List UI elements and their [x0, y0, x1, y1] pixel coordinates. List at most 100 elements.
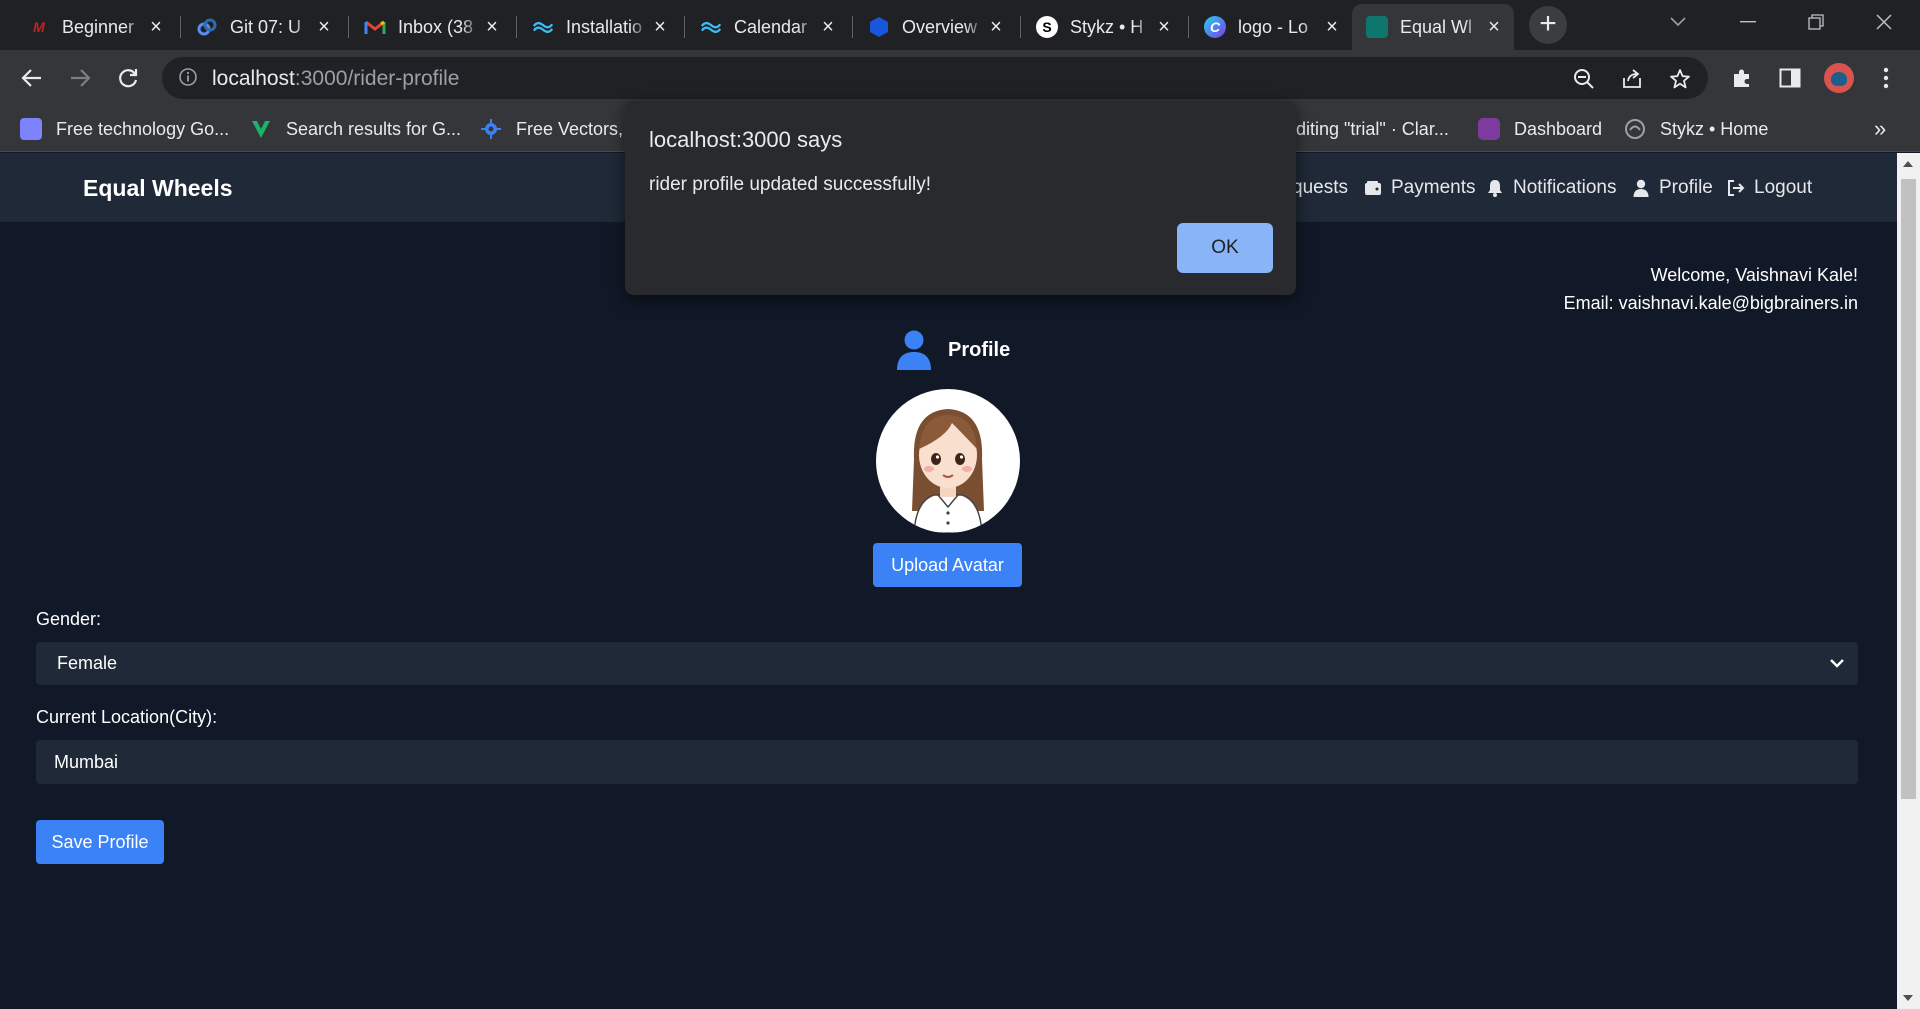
- more-bookmarks-chevron-icon[interactable]: »: [1874, 116, 1886, 142]
- canva-icon: C: [1204, 16, 1226, 38]
- reload-icon[interactable]: [110, 60, 146, 96]
- zoom-out-icon[interactable]: [1570, 65, 1598, 93]
- tab-overview[interactable]: Overview ×: [854, 4, 1016, 50]
- site-info-icon[interactable]: [178, 67, 198, 92]
- freepik-icon: [480, 118, 502, 140]
- location-label: Current Location(City):: [36, 707, 218, 727]
- tab-close-icon[interactable]: ×: [650, 17, 670, 37]
- brand-logo-text[interactable]: Equal Wheels: [83, 175, 233, 202]
- avatar: [876, 389, 1020, 533]
- gender-selected-value: Female: [57, 653, 118, 673]
- tab-close-icon[interactable]: ×: [1322, 17, 1342, 37]
- logout-icon: [1727, 179, 1745, 197]
- stykz-icon: S: [1036, 16, 1058, 38]
- bookmark-item[interactable]: diting "trial" · Clar...: [1296, 114, 1449, 144]
- tab-title: Installatio: [566, 16, 643, 37]
- nav-profile[interactable]: Profile: [1632, 177, 1713, 199]
- git-link-icon: [196, 16, 218, 38]
- tab-title: logo - Lo: [1238, 16, 1309, 37]
- save-profile-button[interactable]: Save Profile: [36, 820, 164, 864]
- m-logo-icon: M: [33, 19, 45, 35]
- nav-requests[interactable]: quests: [1292, 177, 1348, 199]
- ok-button[interactable]: OK: [1177, 223, 1273, 273]
- nav-label: Notifications: [1513, 177, 1617, 198]
- bookmark-item[interactable]: Free Vectors, S: [480, 114, 622, 144]
- address-bar[interactable]: localhost:3000/rider-profile: [162, 57, 1708, 99]
- nav-label: Profile: [1659, 177, 1713, 198]
- tab-equal-wheels[interactable]: Equal Wl ×: [1352, 4, 1514, 50]
- tab-search-icon[interactable]: [1648, 0, 1708, 44]
- tab-beginner[interactable]: M Beginner ×: [14, 4, 176, 50]
- bookmark-label: Stykz • Home: [1660, 118, 1769, 139]
- restore-icon[interactable]: [1786, 0, 1846, 44]
- side-panel-icon[interactable]: [1776, 64, 1804, 92]
- tab-title: Git 07: U: [230, 16, 302, 37]
- tab-installation[interactable]: Installatio ×: [518, 4, 680, 50]
- bookmark-item[interactable]: Stykz • Home: [1624, 114, 1768, 144]
- profile-avatar[interactable]: [1824, 63, 1854, 93]
- tab-inbox[interactable]: Inbox (38 ×: [350, 4, 512, 50]
- hexagon-icon: [868, 16, 890, 38]
- close-window-icon[interactable]: [1854, 0, 1914, 44]
- tab-close-icon[interactable]: ×: [1484, 17, 1504, 37]
- email-text: Email: vaishnavi.kale@bigbrainers.in: [1563, 293, 1858, 313]
- tab-close-icon[interactable]: ×: [314, 17, 334, 37]
- page-scrollbar[interactable]: [1897, 153, 1920, 1009]
- nav-payments[interactable]: Payments: [1364, 177, 1475, 199]
- bookmark-label: diting "trial" · Clar...: [1296, 118, 1449, 139]
- tab-strip: M Beginner × Git 07: U × Inbox (38 × Ins…: [0, 0, 1920, 50]
- url-text: localhost:3000/rider-profile: [212, 67, 460, 90]
- dashboard-icon: [1478, 118, 1500, 140]
- tab-title: Stykz • H: [1070, 16, 1144, 37]
- bookmark-item[interactable]: Search results for G...: [250, 114, 461, 144]
- tab-close-icon[interactable]: ×: [986, 17, 1006, 37]
- tab-logo[interactable]: C logo - Lo ×: [1190, 4, 1352, 50]
- nav-label: Logout: [1754, 177, 1813, 198]
- extensions-puzzle-icon[interactable]: [1728, 64, 1756, 92]
- minimize-icon[interactable]: [1718, 0, 1778, 44]
- nav-logout[interactable]: Logout: [1727, 177, 1812, 199]
- tab-git[interactable]: Git 07: U ×: [182, 4, 344, 50]
- app-icon: [1366, 16, 1388, 38]
- tab-stykz[interactable]: S Stykz • H ×: [1022, 4, 1184, 50]
- scrollbar-thumb[interactable]: [1901, 179, 1916, 799]
- tab-title: Equal Wl: [1400, 16, 1473, 37]
- tab-calendar[interactable]: Calendar ×: [686, 4, 848, 50]
- scroll-down-arrow-icon[interactable]: [1903, 995, 1913, 1001]
- bookmark-label: Free technology Go...: [56, 118, 230, 139]
- nav-notifications[interactable]: Notifications: [1486, 177, 1617, 199]
- bookmark-label: Free Vectors, S: [516, 118, 622, 139]
- welcome-text: Welcome, Vaishnavi Kale!: [1650, 265, 1858, 285]
- dialog-title: localhost:3000 says: [649, 127, 843, 152]
- tab-close-icon[interactable]: ×: [818, 17, 838, 37]
- building-icon: [20, 118, 42, 140]
- forward-arrow-icon[interactable]: [62, 60, 98, 96]
- wallet-icon: [1364, 179, 1382, 197]
- bookmark-item[interactable]: Dashboard: [1478, 114, 1602, 144]
- vuetify-icon: [250, 118, 272, 140]
- tab-close-icon[interactable]: ×: [146, 17, 166, 37]
- scroll-up-arrow-icon[interactable]: [1903, 161, 1913, 167]
- share-icon[interactable]: [1618, 65, 1646, 93]
- chevron-down-icon: [1828, 654, 1846, 677]
- bookmark-item[interactable]: Free technology Go...: [20, 114, 229, 144]
- location-input[interactable]: [36, 740, 1858, 784]
- nav-label: Payments: [1391, 177, 1476, 198]
- back-arrow-icon[interactable]: [14, 60, 50, 96]
- tailwind-icon: [532, 16, 554, 38]
- menu-kebab-icon[interactable]: [1872, 64, 1900, 92]
- new-tab-button[interactable]: +: [1529, 6, 1567, 44]
- tab-close-icon[interactable]: ×: [1154, 17, 1174, 37]
- gender-select[interactable]: Female: [36, 642, 1858, 685]
- user-icon: [896, 330, 932, 370]
- gender-label: Gender:: [36, 609, 102, 629]
- tailwind-icon: [700, 16, 722, 38]
- dialog-message: rider profile updated successfully!: [649, 174, 931, 195]
- bell-icon: [1486, 179, 1504, 197]
- tab-close-icon[interactable]: ×: [482, 17, 502, 37]
- upload-avatar-button[interactable]: Upload Avatar: [873, 543, 1022, 587]
- gmail-icon: [364, 16, 386, 38]
- tab-title: Calendar: [734, 16, 808, 37]
- bookmark-star-icon[interactable]: [1666, 65, 1694, 93]
- tab-title: Overview: [902, 16, 978, 37]
